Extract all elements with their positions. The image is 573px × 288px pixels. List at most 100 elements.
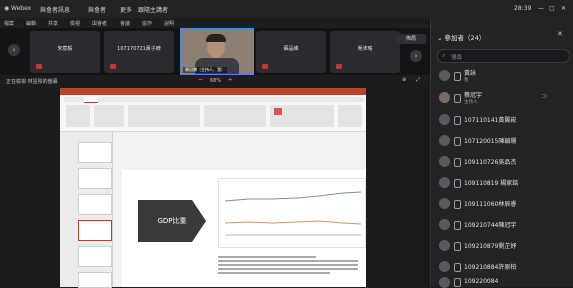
collapse-icon[interactable]: ⌄	[437, 34, 445, 42]
ribbon-tab-active[interactable]	[84, 97, 98, 103]
participant-row[interactable]: 107120015陳穎珊	[431, 131, 573, 151]
video-tile[interactable]: 朱宸毅	[30, 31, 100, 73]
zoom-level: 68%	[210, 78, 222, 84]
participants-panel: ⌄ 參加者（24） ✕ ⌕ 搜尋 黃詠 我 蔡冠宇 主持人 ⊃ 10711014…	[430, 18, 573, 288]
tab-2[interactable]: 更多	[120, 5, 132, 14]
tile-name: 朱宸毅	[57, 46, 73, 52]
device-icon	[454, 242, 461, 251]
avatar	[439, 198, 450, 209]
panel-title: 參加者（24）	[444, 34, 486, 42]
person-hair	[206, 34, 226, 42]
participant-row[interactable]: 109111060林辰睿	[431, 194, 573, 214]
participant-row[interactable]: 109110819 楊家銘	[431, 173, 573, 193]
self-video[interactable]: 陳冠霖（主持人、我）	[180, 28, 254, 75]
close-icon[interactable]: ✕	[561, 5, 566, 12]
self-label: 陳冠霖（主持人、我）	[183, 67, 227, 73]
menu-item[interactable]: 協作	[142, 20, 152, 27]
strip-next-button[interactable]: ›	[410, 50, 422, 62]
menu-item[interactable]: 檢視	[70, 20, 80, 27]
ribbon-group-slides[interactable]	[94, 105, 124, 127]
ribbon-group-editing[interactable]	[338, 105, 362, 127]
tile-name: 蘇品維	[283, 46, 299, 52]
avatar	[439, 114, 450, 125]
menu-item[interactable]: 會議	[120, 20, 130, 27]
device-icon	[454, 200, 461, 209]
zoom-icon[interactable]: ⊕	[402, 77, 406, 83]
participant-name: 蔡冠宇	[464, 92, 483, 99]
avatar	[439, 261, 450, 272]
participant-row[interactable]: 107110141黃翼崧	[431, 110, 573, 130]
menu-item[interactable]: 與會者	[92, 20, 107, 27]
video-tile[interactable]: 吳沛瑤	[330, 31, 400, 73]
participant-row[interactable]: 109210744陳冠宇	[431, 215, 573, 235]
panel-close-icon[interactable]: ✕	[557, 30, 563, 38]
slide-thumbnail[interactable]	[78, 194, 112, 215]
restore-icon[interactable]: ▢	[549, 5, 555, 12]
menu-item[interactable]: 檔案	[4, 20, 14, 27]
slide-thumbnail[interactable]	[78, 272, 112, 288]
participant-row[interactable]: 109210879劉芷妤	[431, 236, 573, 256]
mic-muted-icon	[36, 64, 42, 69]
participant-name: 107110141黃翼崧	[464, 117, 517, 124]
avatar	[439, 70, 450, 81]
participant-name: 109110819 楊家銘	[464, 180, 519, 187]
title-bar: ◉ Webex 與會者訊息 與會者 更多 跟隨主講者 28:39 — ▢ ✕	[0, 0, 573, 18]
ribbon-group-paragraph[interactable]	[204, 105, 266, 127]
share-label: 正在檢視 林昱彤的螢幕	[6, 79, 58, 85]
tab-0[interactable]: 與會者訊息	[40, 5, 70, 14]
video-tile[interactable]: 蘇品維	[256, 31, 326, 73]
mic-muted-icon	[262, 64, 268, 69]
avatar	[439, 92, 450, 103]
ribbon-group-clipboard[interactable]	[66, 105, 90, 127]
layout-button[interactable]: 佈局	[396, 34, 426, 44]
search-placeholder: 搜尋	[451, 55, 463, 61]
participant-name: 109220084	[464, 278, 499, 285]
participant-row[interactable]: 109210884許原柏	[431, 257, 573, 277]
series-line-middle	[224, 220, 362, 225]
video-tile[interactable]: 107170721黃子綺	[104, 31, 174, 73]
zoom-out-button[interactable]: —	[198, 77, 203, 83]
slide-title-text: GDP比重	[157, 217, 187, 225]
minimize-icon[interactable]: —	[538, 5, 544, 12]
shared-screen: GDP比重	[60, 88, 366, 288]
device-icon	[454, 278, 461, 287]
device-icon	[454, 94, 461, 103]
menu-item[interactable]: 共享	[48, 20, 58, 27]
search-icon: ⌕	[442, 52, 446, 59]
avatar	[439, 156, 450, 167]
share-bar: 正在檢視 林昱彤的螢幕 — 68% + ⊕ ⤢	[0, 75, 430, 87]
avatar	[439, 135, 450, 146]
slide-canvas[interactable]: GDP比重	[122, 170, 366, 287]
tab-3[interactable]: 跟隨主講者	[138, 5, 168, 14]
webex-logo: ◉	[4, 5, 10, 12]
ribbon-group-font[interactable]	[128, 105, 200, 127]
series-line-top	[224, 191, 362, 202]
device-icon	[454, 116, 461, 125]
participant-name: 109210879劉芷妤	[464, 243, 517, 250]
zoom-in-button[interactable]: +	[228, 77, 232, 83]
slide-thumbnail[interactable]	[78, 168, 112, 189]
menu-item[interactable]: 編輯	[26, 20, 36, 27]
slide-caption-block	[218, 254, 358, 282]
avatar	[439, 277, 450, 288]
device-icon	[454, 158, 461, 167]
slide-thumbnail-selected[interactable]	[78, 220, 112, 241]
participant-role: 我	[464, 78, 469, 83]
shape-icon[interactable]	[274, 108, 282, 115]
expand-icon[interactable]: ⤢	[416, 77, 420, 83]
tab-1[interactable]: 與會者	[88, 5, 106, 14]
slide-thumbnail[interactable]	[78, 246, 112, 267]
device-icon	[454, 179, 461, 188]
avatar	[439, 219, 450, 230]
menu-item[interactable]: 說明	[164, 20, 174, 27]
ribbon	[60, 95, 366, 132]
device-icon	[454, 137, 461, 146]
participant-row[interactable]: 109110726吳品杰	[431, 152, 573, 172]
participant-row[interactable]: 蔡冠宇 主持人 ⊃	[431, 88, 573, 108]
participant-row[interactable]: 黃詠 我	[431, 66, 573, 86]
panel-header: ⌄ 參加者（24）	[437, 32, 485, 42]
search-input[interactable]: ⌕ 搜尋	[437, 49, 570, 63]
slide-thumbnail[interactable]	[78, 142, 112, 163]
participant-row[interactable]: 109220084	[431, 276, 573, 288]
strip-prev-button[interactable]: ‹	[8, 44, 20, 56]
